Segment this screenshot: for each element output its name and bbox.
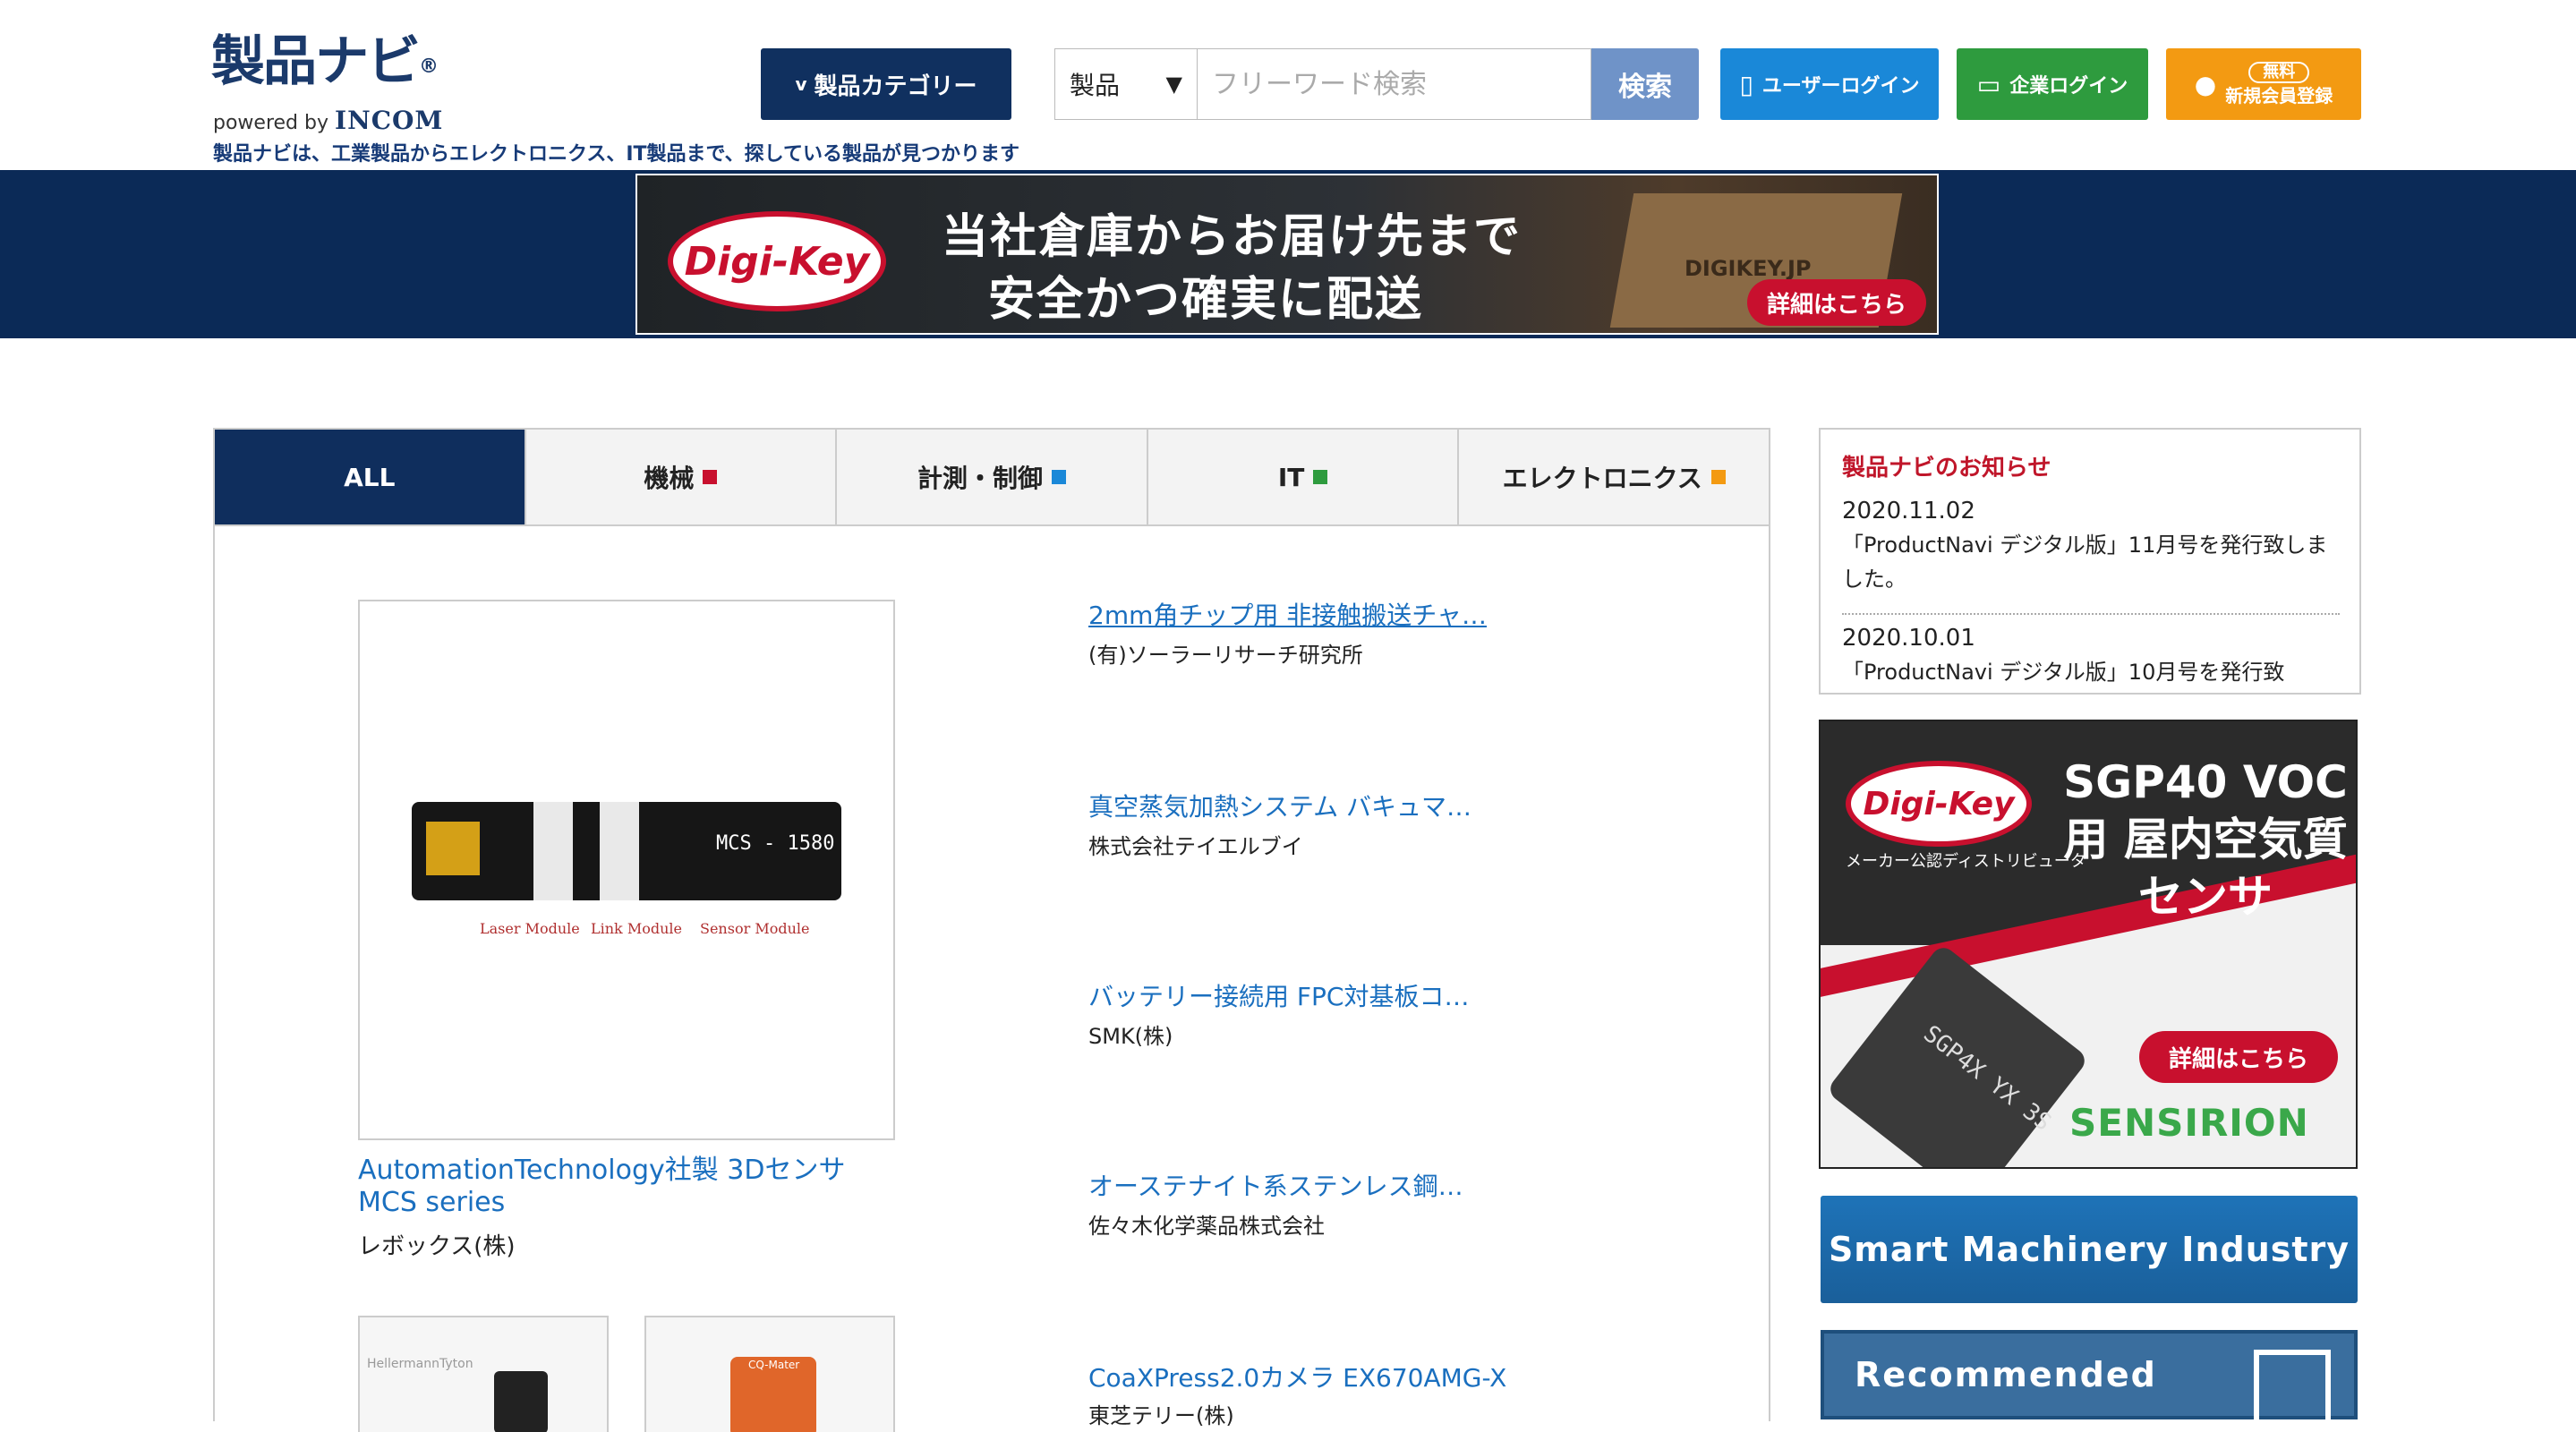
thumbnail-brand-text: HellermannTyton — [367, 1357, 473, 1371]
door-icon: ▯ — [1739, 69, 1753, 99]
product-category-button[interactable]: v 製品カテゴリー — [761, 48, 1011, 120]
product-link[interactable]: 真空蒸気加熱システム バキュマ… — [1088, 788, 1471, 823]
logo-text: 製品ナビ — [211, 30, 421, 93]
smart-machinery-banner[interactable]: Smart Machinery Industry — [1821, 1196, 2358, 1303]
search-button[interactable]: 検索 — [1591, 48, 1699, 120]
digikey-logo: Digi-Key — [668, 211, 886, 311]
top-ad-headline-1: 当社倉庫からお届け先まで — [942, 210, 1523, 264]
news-item-link[interactable]: 「ProductNavi デジタル版」10月号を発行致 — [1842, 655, 2343, 689]
top-ad-headline-2: 安全かつ確実に配送 — [988, 273, 1424, 327]
product-link[interactable]: 2mm角チップ用 非接触搬送チャ… — [1088, 596, 1487, 632]
product-link[interactable]: バッテリー接続用 FPC対基板コ… — [1088, 977, 1469, 1013]
news-divider — [1842, 613, 2340, 615]
search-input[interactable] — [1198, 48, 1591, 120]
side-ad-distributor-text: メーカー公認ディストリビュータ — [1846, 852, 2086, 871]
feature-product-title[interactable]: AutomationTechnology社製 3Dセンサ MCS series — [358, 1155, 904, 1219]
user-login-label: ユーザーログイン — [1761, 75, 1920, 98]
tab-label: 計測・制御 — [917, 464, 1043, 493]
product-company: 佐々木化学薬品株式会社 — [1088, 1214, 1325, 1239]
product-company: 株式会社テイエルブイ — [1088, 834, 1303, 859]
user-login-button[interactable]: ▯ ユーザーログイン — [1720, 48, 1939, 120]
tab-all[interactable]: ALL — [215, 430, 526, 524]
sensirion-side-ad[interactable]: Digi-Key メーカー公認ディストリビュータ SGP40 VOC用 屋内空気… — [1819, 720, 2358, 1169]
tab-it[interactable]: IT — [1148, 430, 1460, 524]
orange-square-icon — [1710, 470, 1726, 484]
recommended-banner[interactable]: Recommended — [1821, 1330, 2358, 1421]
free-badge: 無料 — [2248, 62, 2310, 83]
site-logo[interactable]: 製品ナビ® — [211, 30, 439, 93]
box-print-text: DIGIKEY.JP — [1685, 256, 1812, 281]
tab-label: 機械 — [644, 464, 695, 493]
person-icon: ● — [2194, 69, 2217, 99]
product-link[interactable]: オーステナイト系ステンレス鋼… — [1088, 1167, 1463, 1203]
window-icon — [2254, 1350, 2331, 1421]
tab-electronics[interactable]: エレクトロニクス — [1459, 430, 1769, 524]
sensor-device-graphic: MCS - 1580 — [412, 802, 841, 900]
search-type-select[interactable]: 製品 ▼ — [1054, 48, 1198, 120]
search-type-value: 製品 — [1070, 71, 1121, 100]
product-company: SMK(株) — [1088, 1024, 1173, 1049]
thumbnail-product-1[interactable]: HellermannTyton — [358, 1316, 609, 1432]
company-login-button[interactable]: ▭ 企業ログイン — [1957, 48, 2148, 120]
powered-by-text: powered by — [213, 112, 328, 134]
site-tagline: 製品ナビは、工業製品からエレクトロニクス、IT製品まで、探している製品が見つかり… — [213, 143, 1019, 166]
blue-square-icon — [1051, 470, 1066, 484]
product-company: 東芝テリー(株) — [1088, 1403, 1234, 1428]
thumbnail-brand-text: CQ-Mater — [748, 1359, 800, 1371]
device-model-label: MCS - 1580 — [716, 832, 835, 855]
company-login-label: 企業ログイン — [2009, 75, 2128, 98]
register-label: 新規会員登録 — [2225, 85, 2333, 107]
top-ad-details-button[interactable]: 詳細はこちら — [1747, 279, 1926, 326]
news-date: 2020.10.01 — [1842, 625, 1975, 652]
chevron-down-icon: v — [795, 73, 807, 95]
device-segment — [533, 802, 573, 900]
news-item-link[interactable]: 「ProductNavi デジタル版」11月号を発行致しました。 — [1842, 528, 2343, 596]
device-segment — [600, 802, 639, 900]
registered-mark: ® — [419, 55, 439, 78]
register-button[interactable]: ● 無料 新規会員登録 — [2166, 48, 2361, 120]
sensirion-logo: SENSIRION — [2069, 1101, 2309, 1145]
monitor-icon: ▭ — [1976, 69, 2001, 99]
news-heading: 製品ナビのお知らせ — [1842, 455, 2051, 482]
thumbnail-product-graphic — [494, 1371, 548, 1432]
logo-powered-by: powered by INCOM — [213, 106, 443, 135]
tab-label: IT — [1277, 462, 1305, 492]
side-ad-title: SGP40 VOC用 屋内空気質 センサ — [2063, 756, 2348, 923]
laser-module-icon — [426, 822, 480, 875]
recommended-label: Recommended — [1855, 1355, 2157, 1394]
digikey-top-ad[interactable]: DIGIKEY.JP Digi-Key 当社倉庫からお届け先まで 安全かつ確実に… — [635, 174, 1939, 335]
module-label: Link Module — [591, 920, 682, 937]
category-button-label: 製品カテゴリー — [814, 72, 977, 100]
news-panel: 製品ナビのお知らせ 2020.11.02 「ProductNavi デジタル版」… — [1819, 428, 2361, 695]
product-company: (有)ソーラーリサーチ研究所 — [1088, 643, 1363, 668]
module-label: Sensor Module — [700, 920, 810, 937]
side-ad-details-button[interactable]: 詳細はこちら — [2139, 1031, 2338, 1083]
category-tabs: ALL 機械 計測・制御 IT エレクトロニクス — [213, 428, 1770, 526]
product-link[interactable]: CoaXPress2.0カメラ EX670AMG-X — [1088, 1359, 1506, 1394]
news-date: 2020.11.02 — [1842, 498, 1975, 524]
digikey-logo: Digi-Key — [1846, 761, 2032, 847]
green-square-icon — [1313, 470, 1328, 484]
tab-machinery[interactable]: 機械 — [526, 430, 838, 524]
tab-measurement-control[interactable]: 計測・制御 — [837, 430, 1148, 524]
thumbnail-product-2[interactable]: CQ-Mater — [644, 1316, 895, 1432]
red-square-icon — [703, 470, 718, 484]
feature-company-name: レボックス(株) — [358, 1233, 516, 1260]
tab-label: エレクトロニクス — [1502, 464, 1702, 493]
incom-logo: INCOM — [335, 106, 444, 135]
tab-label: ALL — [344, 462, 396, 492]
module-label: Laser Module — [480, 920, 580, 937]
dropdown-triangle-icon: ▼ — [1165, 72, 1182, 97]
